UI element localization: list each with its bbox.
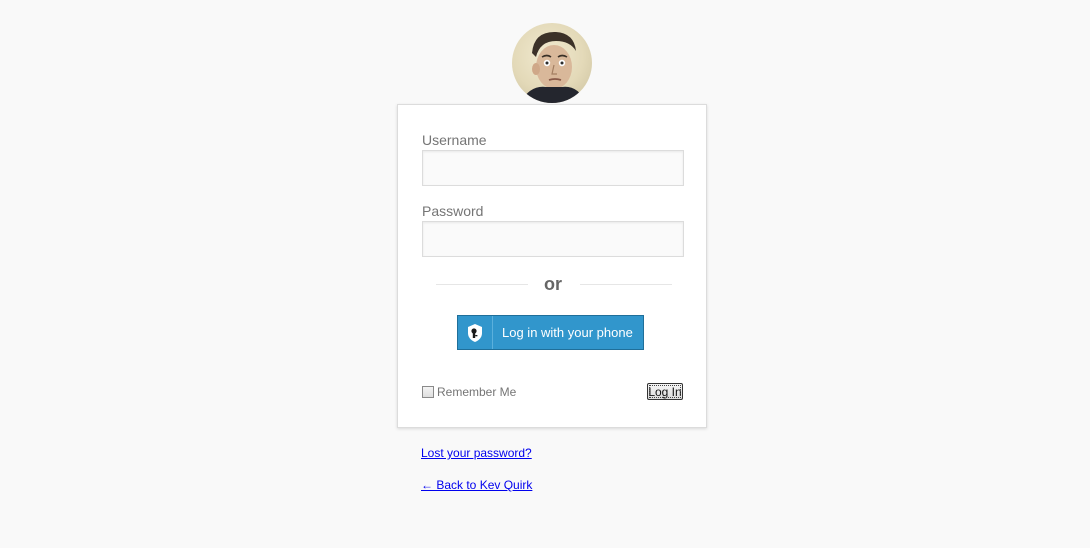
login-button[interactable]: Log In xyxy=(647,383,683,400)
remember-me-label: Remember Me xyxy=(437,385,517,399)
lost-password-link[interactable]: Lost your password? xyxy=(421,446,532,460)
password-label: Password xyxy=(422,203,484,219)
avatar xyxy=(512,23,592,103)
username-label: Username xyxy=(422,132,487,148)
back-to-site-link[interactable]: ← Back to Kev Quirk xyxy=(421,478,532,492)
phone-login-label: Log in with your phone xyxy=(502,325,633,340)
divider-right xyxy=(580,284,672,285)
shield-keyhole-icon xyxy=(458,316,493,349)
remember-me[interactable]: Remember Me xyxy=(422,385,516,399)
username-input[interactable] xyxy=(422,150,684,186)
remember-me-checkbox[interactable] xyxy=(422,386,434,398)
login-form-card: Username Password or Log in with your ph… xyxy=(397,104,707,428)
phone-login-button[interactable]: Log in with your phone xyxy=(457,315,644,350)
password-input[interactable] xyxy=(422,221,684,257)
